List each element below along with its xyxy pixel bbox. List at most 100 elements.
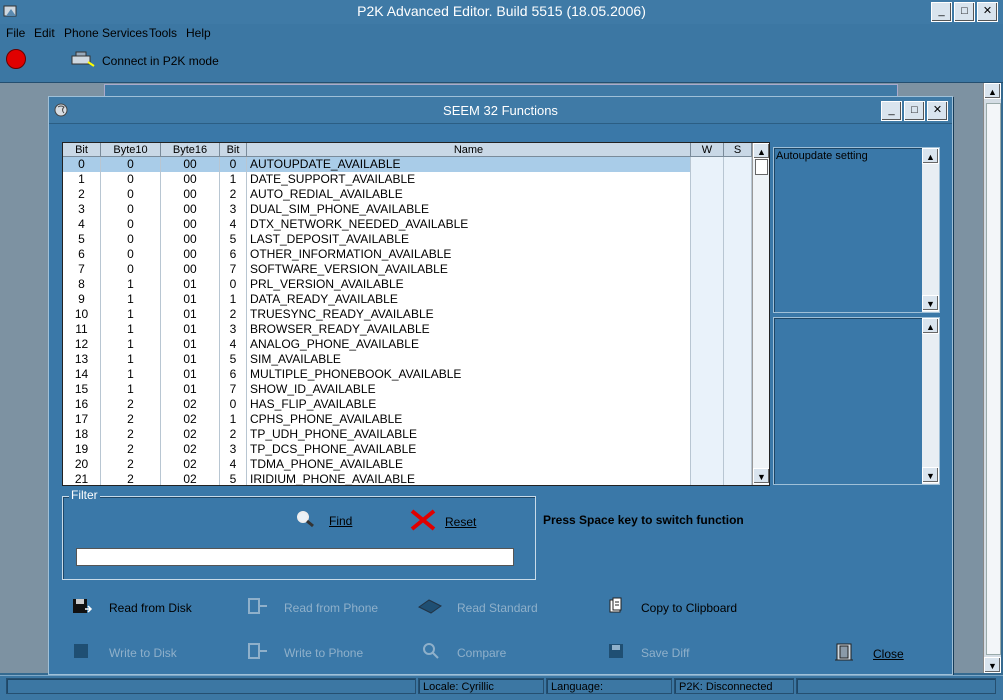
table-row[interactable]: 1 0 00 1 DATE_SUPPORT_AVAILABLE <box>63 172 753 187</box>
read-from-disk-button[interactable]: Read from Disk <box>71 597 192 618</box>
reset-button[interactable]: Reset <box>409 508 476 535</box>
table-row[interactable]: 6 0 00 6 OTHER_INFORMATION_AVAILABLE <box>63 247 753 262</box>
scroll-up-icon[interactable]: ▲ <box>984 83 1001 99</box>
table-row[interactable]: 19 2 02 3 TP_DCS_PHONE_AVAILABLE <box>63 442 753 457</box>
read-standard-button[interactable]: Read Standard <box>417 597 538 618</box>
column-header-w[interactable]: W <box>691 143 724 157</box>
save-diff-button[interactable]: Save Diff <box>607 642 689 663</box>
table-row[interactable]: 11 1 01 3 BROWSER_READY_AVAILABLE <box>63 322 753 337</box>
table-scroll-up-icon[interactable]: ▲ <box>753 143 769 159</box>
filter-input[interactable] <box>76 548 514 566</box>
description-scrollbar[interactable]: ▲ ▼ <box>922 148 939 312</box>
table-row[interactable]: 8 1 01 0 PRL_VERSION_AVAILABLE <box>63 277 753 292</box>
table-row[interactable]: 4 0 00 4 DTX_NETWORK_NEEDED_AVAILABLE <box>63 217 753 232</box>
details-panel[interactable]: ▲ ▼ <box>773 317 940 485</box>
column-header-bit2[interactable]: Bit <box>220 143 247 157</box>
s-flag-cell[interactable] <box>724 292 752 307</box>
details-scroll-up-icon[interactable]: ▲ <box>922 318 939 334</box>
write-to-disk-button[interactable]: Write to Disk <box>71 642 177 663</box>
w-flag-cell[interactable] <box>691 472 724 485</box>
w-flag-cell[interactable] <box>691 217 724 232</box>
w-flag-cell[interactable] <box>691 442 724 457</box>
details-scrollbar[interactable]: ▲ ▼ <box>922 318 939 484</box>
s-flag-cell[interactable] <box>724 382 752 397</box>
table-row[interactable]: 10 1 01 2 TRUESYNC_READY_AVAILABLE <box>63 307 753 322</box>
main-vertical-scrollbar[interactable]: ▲ ▼ <box>983 83 1001 673</box>
column-header-byte10[interactable]: Byte10 <box>101 143 161 157</box>
table-row[interactable]: 2 0 00 2 AUTO_REDIAL_AVAILABLE <box>63 187 753 202</box>
s-flag-cell[interactable] <box>724 367 752 382</box>
column-header-byte16[interactable]: Byte16 <box>161 143 220 157</box>
description-scroll-up-icon[interactable]: ▲ <box>922 148 939 164</box>
s-flag-cell[interactable] <box>724 277 752 292</box>
close-button[interactable]: Close <box>833 642 904 665</box>
table-row[interactable]: 20 2 02 4 TDMA_PHONE_AVAILABLE <box>63 457 753 472</box>
s-flag-cell[interactable] <box>724 262 752 277</box>
w-flag-cell[interactable] <box>691 202 724 217</box>
w-flag-cell[interactable] <box>691 232 724 247</box>
s-flag-cell[interactable] <box>724 397 752 412</box>
connect-p2k-button[interactable]: Connect in P2K mode <box>68 50 219 71</box>
compare-button[interactable]: Compare <box>421 642 506 663</box>
scroll-thumb[interactable] <box>986 103 1001 655</box>
menu-phone-services[interactable]: Phone Services <box>64 26 148 40</box>
s-flag-cell[interactable] <box>724 172 752 187</box>
table-row[interactable]: 7 0 00 7 SOFTWARE_VERSION_AVAILABLE <box>63 262 753 277</box>
table-row[interactable]: 14 1 01 6 MULTIPLE_PHONEBOOK_AVAILABLE <box>63 367 753 382</box>
table-row[interactable]: 0 0 00 0 AUTOUPDATE_AVAILABLE <box>63 157 753 172</box>
s-flag-cell[interactable] <box>724 337 752 352</box>
menu-tools[interactable]: Tools <box>149 26 177 40</box>
table-row[interactable]: 17 2 02 1 CPHS_PHONE_AVAILABLE <box>63 412 753 427</box>
w-flag-cell[interactable] <box>691 322 724 337</box>
w-flag-cell[interactable] <box>691 337 724 352</box>
w-flag-cell[interactable] <box>691 397 724 412</box>
w-flag-cell[interactable] <box>691 172 724 187</box>
write-to-phone-button[interactable]: Write to Phone <box>246 642 363 663</box>
details-scroll-down-icon[interactable]: ▼ <box>922 467 939 483</box>
w-flag-cell[interactable] <box>691 427 724 442</box>
column-header-s[interactable]: S <box>724 143 752 157</box>
table-row[interactable]: 16 2 02 0 HAS_FLIP_AVAILABLE <box>63 397 753 412</box>
copy-to-clipboard-button[interactable]: Copy to Clipboard <box>607 597 737 618</box>
table-row[interactable]: 13 1 01 5 SIM_AVAILABLE <box>63 352 753 367</box>
w-flag-cell[interactable] <box>691 412 724 427</box>
column-header-bit[interactable]: Bit <box>63 143 101 157</box>
description-scroll-down-icon[interactable]: ▼ <box>922 295 939 311</box>
table-row[interactable]: 15 1 01 7 SHOW_ID_AVAILABLE <box>63 382 753 397</box>
functions-table[interactable]: Bit Byte10 Byte16 Bit Name W S 0 0 00 0 AUTO… <box>62 142 770 486</box>
w-flag-cell[interactable] <box>691 187 724 202</box>
w-flag-cell[interactable] <box>691 262 724 277</box>
s-flag-cell[interactable] <box>724 202 752 217</box>
s-flag-cell[interactable] <box>724 427 752 442</box>
menu-file[interactable]: File <box>6 26 25 40</box>
menu-edit[interactable]: Edit <box>34 26 55 40</box>
find-button[interactable]: Find <box>295 510 352 531</box>
s-flag-cell[interactable] <box>724 442 752 457</box>
s-flag-cell[interactable] <box>724 232 752 247</box>
close-icon[interactable]: ✕ <box>977 2 998 22</box>
description-panel[interactable]: Autoupdate setting ▲ ▼ <box>773 147 940 313</box>
table-scroll-thumb[interactable] <box>755 159 768 175</box>
table-scroll-down-icon[interactable]: ▼ <box>753 468 769 484</box>
menu-help[interactable]: Help <box>186 26 211 40</box>
w-flag-cell[interactable] <box>691 247 724 262</box>
minimize-icon[interactable]: _ <box>931 2 952 22</box>
read-from-phone-button[interactable]: Read from Phone <box>246 597 378 618</box>
table-row[interactable]: 3 0 00 3 DUAL_SIM_PHONE_AVAILABLE <box>63 202 753 217</box>
s-flag-cell[interactable] <box>724 457 752 472</box>
table-vertical-scrollbar[interactable]: ▲ ▼ <box>752 143 769 485</box>
s-flag-cell[interactable] <box>724 247 752 262</box>
w-flag-cell[interactable] <box>691 367 724 382</box>
s-flag-cell[interactable] <box>724 157 752 172</box>
s-flag-cell[interactable] <box>724 187 752 202</box>
scroll-down-icon[interactable]: ▼ <box>984 657 1001 673</box>
w-flag-cell[interactable] <box>691 292 724 307</box>
table-row[interactable]: 21 2 02 5 IRIDIUM_PHONE_AVAILABLE <box>63 472 753 485</box>
s-flag-cell[interactable] <box>724 307 752 322</box>
w-flag-cell[interactable] <box>691 457 724 472</box>
table-row[interactable]: 9 1 01 1 DATA_READY_AVAILABLE <box>63 292 753 307</box>
w-flag-cell[interactable] <box>691 157 724 172</box>
table-row[interactable]: 5 0 00 5 LAST_DEPOSIT_AVAILABLE <box>63 232 753 247</box>
s-flag-cell[interactable] <box>724 352 752 367</box>
w-flag-cell[interactable] <box>691 352 724 367</box>
